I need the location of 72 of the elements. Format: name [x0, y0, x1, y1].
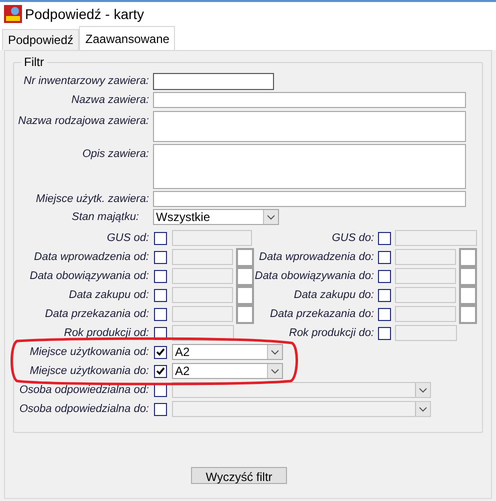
date-picker-button[interactable]	[236, 248, 254, 266]
field-label: Miejsce użytkowania od:	[30, 344, 149, 360]
chevron-down-icon	[271, 350, 279, 354]
chevron-down-icon	[271, 368, 279, 374]
date-field[interactable]	[395, 287, 456, 303]
text-field[interactable]	[153, 92, 466, 108]
field-label: Miejsce użytk. zawiera:	[36, 192, 149, 206]
date-picker-button[interactable]	[459, 304, 477, 324]
chevron-down-icon	[419, 388, 427, 392]
field-label: Osoba odpowiedzialna od:	[19, 382, 149, 398]
status-dropdown[interactable]: Wszystkie	[153, 209, 279, 226]
date-field[interactable]	[172, 306, 233, 322]
chevron-down-icon	[267, 214, 275, 220]
checkbox[interactable]	[154, 232, 167, 244]
checkbox[interactable]	[154, 250, 167, 264]
checkmark-icon	[156, 348, 165, 356]
app-icon	[4, 5, 22, 23]
date-field[interactable]	[172, 268, 233, 284]
date-field[interactable]	[395, 249, 456, 265]
date-picker-button[interactable]	[236, 304, 254, 324]
date-field[interactable]	[395, 306, 456, 322]
checkbox[interactable]	[154, 346, 167, 358]
chevron-down-icon	[419, 406, 427, 412]
checkbox[interactable]	[378, 308, 391, 320]
field-label: Osoba odpowiedzialna do:	[19, 402, 149, 417]
checkbox[interactable]	[154, 308, 167, 320]
date-picker-button[interactable]	[459, 266, 477, 286]
group-title: Filtr	[23, 54, 45, 71]
field-label: Data wprowadzenia od:	[34, 250, 149, 265]
field-label: Data przekazania od:	[45, 306, 149, 322]
field-label: Data zakupu od:	[68, 288, 149, 303]
text-field[interactable]	[153, 190, 466, 206]
date-field[interactable]	[395, 268, 456, 284]
checkmark-icon	[156, 367, 165, 375]
checkbox[interactable]	[378, 250, 391, 264]
checkbox[interactable]	[378, 288, 391, 302]
tab[interactable]: Podpowiedź	[2, 29, 80, 50]
field-label: Nazwa rodzajowa zawiera:	[18, 114, 149, 128]
field-label: Data wprowadzenia do:	[259, 250, 374, 265]
checkbox[interactable]	[378, 326, 391, 340]
text-area[interactable]	[153, 144, 466, 188]
checkbox[interactable]	[154, 288, 167, 302]
field-label: Data zakupu do:	[294, 288, 374, 303]
date-field[interactable]	[172, 249, 233, 265]
text-area[interactable]	[153, 110, 466, 142]
field-label: Data obowiązywania do:	[254, 268, 374, 284]
field-label: Miejsce użytkowania do:	[30, 364, 149, 379]
field-label: Nazwa zawiera:	[71, 93, 149, 108]
checkbox[interactable]	[378, 270, 391, 282]
field-label: Nr inwentarzowy zawiera:	[24, 74, 149, 89]
field-label: Rok produkcji od:	[64, 326, 149, 341]
field-label: Rok produkcji do:	[289, 326, 374, 341]
field-label: GUS do:	[332, 230, 374, 246]
dropdown[interactable]: A2	[172, 344, 283, 360]
date-field[interactable]	[172, 287, 233, 303]
text-field[interactable]	[153, 73, 274, 90]
tab[interactable]: Zaawansowane	[79, 26, 176, 50]
checkbox[interactable]	[154, 270, 167, 282]
dropdown[interactable]: A2	[172, 363, 283, 379]
date-picker-button[interactable]	[459, 286, 477, 304]
date-picker-button[interactable]	[236, 286, 254, 304]
window-title: Podpowiedź - karty	[25, 4, 144, 24]
field-label: Data obowiązywania od:	[30, 268, 149, 284]
date-picker-button[interactable]	[459, 248, 477, 266]
field-label: Opis zawiera:	[82, 146, 149, 162]
field-label: Data przekazania do:	[270, 306, 374, 322]
clear-filter-button[interactable]: Wyczyść filtr	[191, 467, 287, 484]
date-picker-button[interactable]	[236, 266, 254, 286]
checkbox[interactable]	[154, 364, 167, 378]
field-label: Stan majątku:	[72, 210, 139, 225]
field-label: GUS od:	[106, 230, 149, 246]
checkbox[interactable]	[378, 232, 391, 244]
